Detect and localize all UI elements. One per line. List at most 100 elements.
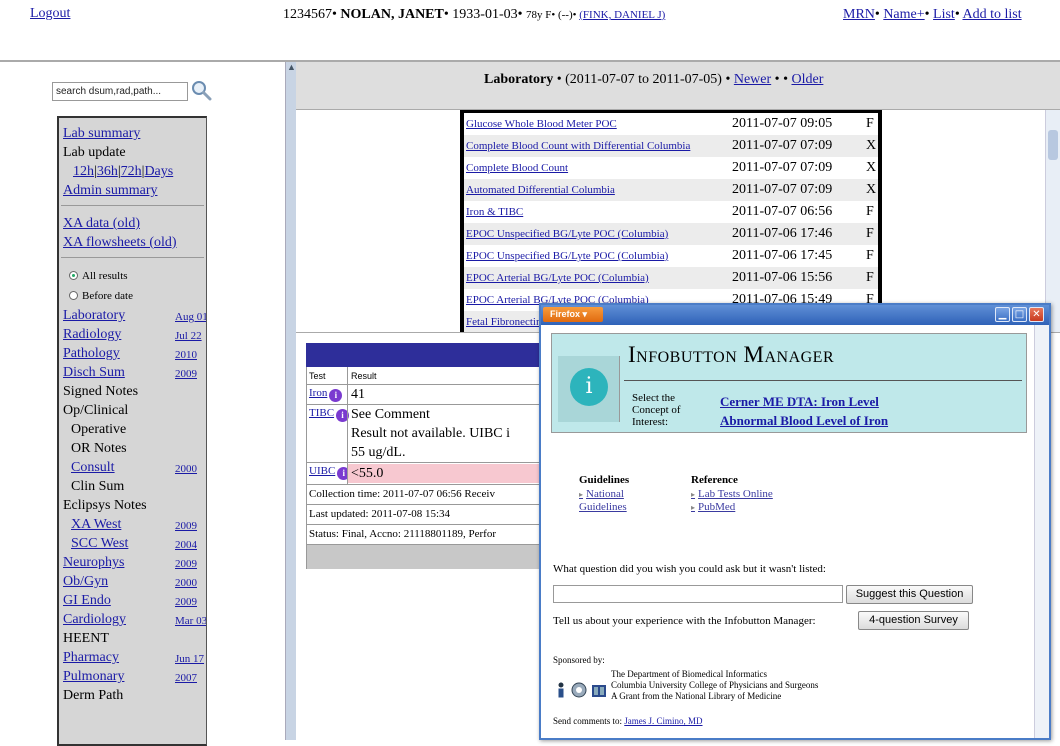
concept-iron-level-link[interactable]: Cerner ME DTA: Iron Level: [720, 394, 879, 410]
experience-prompt: Tell us about your experience with the I…: [553, 615, 816, 627]
sidebar-item-consult[interactable]: Consult 2000: [59, 458, 206, 477]
lab-order-link[interactable]: EPOC Arterial BG/Lyte POC (Columbia): [466, 267, 649, 289]
lab-order-row: Complete Blood Count 2011-07-07 07:09 X: [464, 157, 878, 179]
sidebar-item-pathology[interactable]: Pathology 2010: [59, 344, 206, 363]
sidebar-item-label[interactable]: GI Endo: [63, 593, 111, 608]
radio-before-date[interactable]: Before date: [59, 286, 206, 306]
cimino-contact-link[interactable]: James J. Cimino, MD: [624, 716, 702, 726]
window-titlebar[interactable]: Firefox ▾ ▁ □ ✕: [541, 305, 1049, 325]
sidebar-item-scc-west[interactable]: SCC West 2004: [59, 534, 206, 553]
lab-summary-link[interactable]: Lab summary: [59, 124, 206, 143]
sidebar-item-heent: HEENT: [59, 629, 206, 648]
sidebar-item-label[interactable]: SCC West: [71, 536, 128, 551]
guidelines-heading: Guidelines: [579, 474, 630, 486]
list-link[interactable]: List: [933, 7, 955, 22]
iron-test-link[interactable]: Iron: [309, 387, 327, 399]
attending-doctor-link[interactable]: (FINK, DANIEL J): [579, 9, 665, 21]
sidebar-item-cardiology[interactable]: Cardiology Mar 03: [59, 610, 206, 629]
sidebar-item-label[interactable]: Consult: [71, 460, 115, 475]
sidebar-item-gi-endo[interactable]: GI Endo 2009: [59, 591, 206, 610]
national-guidelines-link[interactable]: ▸ National: [579, 488, 624, 501]
person-logo-icon: [558, 682, 564, 698]
sidebar-item-ob-gyn[interactable]: Ob/Gyn 2000: [59, 572, 206, 591]
xa-data-link[interactable]: XA data (old): [59, 214, 206, 233]
range-36h-link[interactable]: 36h: [97, 164, 118, 179]
lab-order-link[interactable]: EPOC Unspecified BG/Lyte POC (Columbia): [466, 223, 668, 245]
patient-name: NOLAN, JANET: [340, 7, 444, 22]
sidebar-item-label[interactable]: Pathology: [63, 346, 120, 361]
info-icon: i: [558, 356, 620, 422]
lab-order-date: 2011-07-06 17:45: [732, 248, 833, 263]
range-72h-link[interactable]: 72h: [121, 164, 142, 179]
older-link[interactable]: Older: [791, 72, 823, 87]
pane-splitter[interactable]: ▲: [285, 62, 296, 740]
lab-order-link[interactable]: Iron & TIBC: [466, 201, 523, 223]
nlm-logo-icon: [592, 685, 606, 697]
sidebar-item-laboratory[interactable]: Laboratory Aug 01: [59, 306, 206, 325]
admin-summary-link[interactable]: Admin summary: [59, 181, 206, 200]
collapse-arrow-icon[interactable]: ▲: [287, 62, 296, 72]
pubmed-link[interactable]: ▸ PubMed: [691, 501, 735, 514]
firefox-menu-button[interactable]: Firefox ▾: [543, 307, 603, 322]
select-line3: Interest:: [632, 416, 669, 428]
lab-order-link[interactable]: Complete Blood Count: [466, 157, 568, 179]
concept-abnormal-iron-link[interactable]: Abnormal Blood Level of Iron: [720, 413, 888, 429]
search-icon[interactable]: [190, 79, 212, 101]
sidebar-item-xa-west[interactable]: XA West 2009: [59, 515, 206, 534]
sidebar-item-label[interactable]: Pulmonary: [63, 669, 124, 684]
col-result-header: Result: [351, 371, 377, 381]
sidebar-item-label[interactable]: Ob/Gyn: [63, 574, 108, 589]
tibc-test-link[interactable]: TIBC: [309, 407, 334, 419]
range-12h-link[interactable]: 12h: [73, 164, 94, 179]
sidebar-item-label[interactable]: Cardiology: [63, 612, 126, 627]
orders-scrollbar[interactable]: [1045, 110, 1060, 332]
radio-all-results[interactable]: All results: [59, 266, 206, 286]
lab-order-link[interactable]: EPOC Unspecified BG/Lyte POC (Columbia): [466, 245, 668, 267]
sidebar-item-label[interactable]: Radiology: [63, 327, 121, 342]
maximize-icon[interactable]: □: [1012, 307, 1027, 322]
question-input[interactable]: [553, 585, 843, 603]
sidebar-item-label[interactable]: Disch Sum: [63, 365, 125, 380]
newer-link[interactable]: Newer: [734, 72, 771, 87]
lab-order-status: F: [866, 204, 874, 219]
sidebar-item-label[interactable]: Laboratory: [63, 308, 125, 323]
add-to-list-link[interactable]: Add to list: [962, 7, 1021, 22]
sidebar-item-pharmacy[interactable]: Pharmacy Jun 17: [59, 648, 206, 667]
bullet-icon: ▸: [691, 490, 696, 499]
sidebar-item-disch-sum[interactable]: Disch Sum 2009: [59, 363, 206, 382]
lab-order-link[interactable]: Automated Differential Columbia: [466, 179, 615, 201]
lab-date-range: • (2011-07-07 to 2011-07-05) •: [553, 72, 734, 87]
sidebar-item-pulmonary[interactable]: Pulmonary 2007: [59, 667, 206, 686]
sidebar-item-radiology[interactable]: Radiology Jul 22: [59, 325, 206, 344]
lab-order-link[interactable]: Glucose Whole Blood Meter POC: [466, 113, 617, 135]
logout-link[interactable]: Logout: [30, 6, 70, 22]
lab-order-link[interactable]: Fetal Fibronectin: [466, 311, 541, 332]
lab-order-link[interactable]: Complete Blood Count with Differential C…: [466, 135, 690, 157]
sidebar-item-label[interactable]: XA West: [71, 517, 121, 532]
uibc-test-link[interactable]: UIBC: [309, 465, 335, 477]
mrn-link[interactable]: MRN: [843, 7, 875, 22]
scroll-thumb[interactable]: [1048, 130, 1058, 160]
lab-update-ranges: 12h|36h|72h|Days: [73, 164, 174, 179]
lab-order-date: 2011-07-07 07:09: [732, 182, 833, 197]
survey-button[interactable]: 4-question Survey: [858, 611, 969, 630]
title-rule: [624, 380, 1022, 381]
lab-tests-online-link[interactable]: ▸ Lab Tests Online: [691, 488, 773, 501]
search-input[interactable]: search dsum,rad,path...: [52, 82, 188, 101]
xa-flowsheets-link[interactable]: XA flowsheets (old): [59, 233, 206, 252]
sidebar-item-label: Eclipsys Notes: [63, 498, 147, 513]
infobutton-icon[interactable]: i: [329, 389, 343, 402]
minimize-icon[interactable]: ▁: [995, 307, 1010, 322]
name-link[interactable]: Name+: [883, 7, 924, 22]
close-icon[interactable]: ✕: [1029, 307, 1044, 322]
sidebar-item-neurophys[interactable]: Neurophys 2009: [59, 553, 206, 572]
suggest-question-button[interactable]: Suggest this Question: [846, 585, 973, 604]
sidebar-item-label[interactable]: Pharmacy: [63, 650, 119, 665]
separator: • •: [771, 72, 792, 87]
sidebar-item-label[interactable]: Neurophys: [63, 555, 124, 570]
range-days-link[interactable]: Days: [144, 164, 173, 179]
lab-order-status: F: [866, 226, 874, 241]
patient-dob: • 1933-01-03•: [443, 7, 527, 22]
national-guidelines-link-cont[interactable]: Guidelines: [579, 501, 627, 514]
popup-scrollbar[interactable]: [1034, 325, 1049, 738]
